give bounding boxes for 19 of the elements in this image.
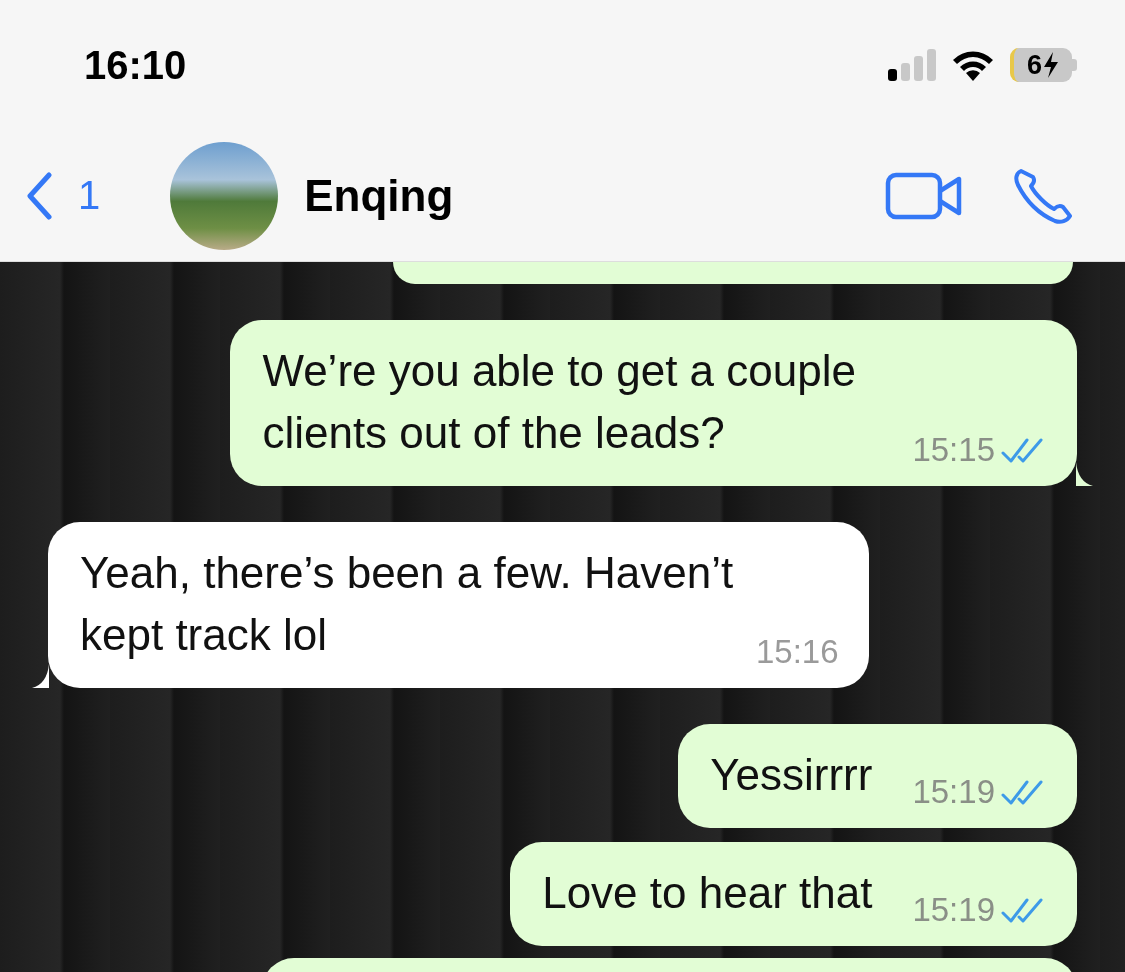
message-time: 15:15 [912, 430, 995, 470]
message-text: Yeah, there’s been a few. Haven’t kept track lol [80, 547, 735, 661]
message-time: 15:16 [756, 632, 839, 672]
message-text: Yessirrrr [710, 749, 873, 801]
message-text: Love to hear that [542, 867, 873, 919]
video-call-icon[interactable] [885, 171, 963, 220]
charging-bolt-icon [1043, 52, 1059, 78]
back-button[interactable]: 1 [26, 171, 101, 220]
phone-icon[interactable] [1013, 166, 1075, 225]
chevron-left-icon [26, 171, 52, 220]
battery-percent: 6 [1027, 49, 1042, 81]
message-time: 15:19 [912, 890, 995, 930]
message-time: 15:19 [912, 772, 995, 812]
status-time: 16:10 [84, 42, 187, 88]
bubble-tail [32, 664, 49, 688]
contact-name[interactable]: Enqing [304, 170, 885, 221]
signal-icon [888, 49, 936, 81]
message-text: We’re you able to get a couple clients out of the leads? [262, 345, 857, 459]
bubble-tail [1076, 462, 1093, 486]
